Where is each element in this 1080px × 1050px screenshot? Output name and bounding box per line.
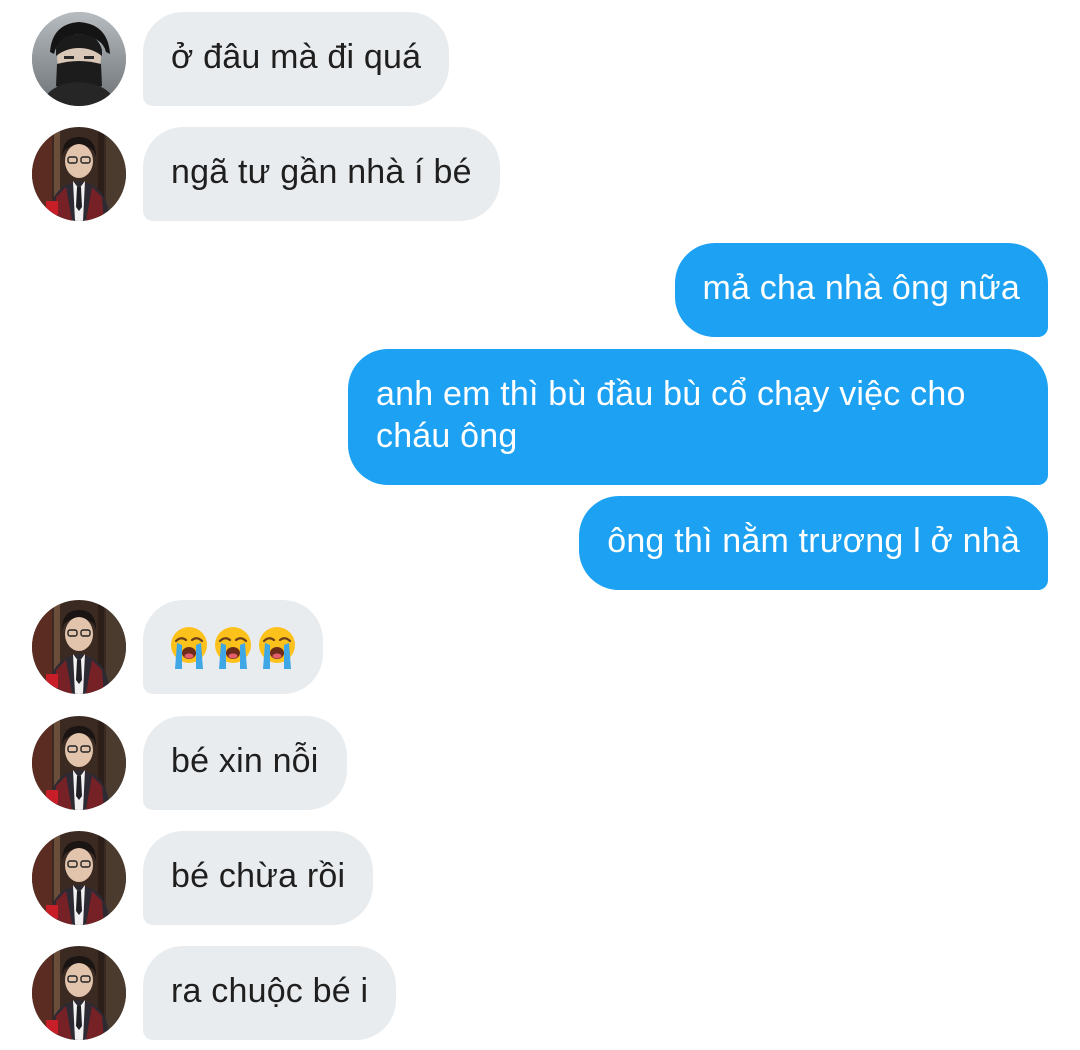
avatar[interactable] bbox=[32, 831, 126, 925]
loudly-crying-face-icon bbox=[169, 625, 209, 669]
message-row: ngã tư gần nhà í bé bbox=[0, 127, 1080, 221]
avatar[interactable] bbox=[32, 946, 126, 1040]
user-avatar-icon bbox=[32, 946, 126, 1040]
loudly-crying-face-icon bbox=[257, 625, 297, 669]
avatar[interactable] bbox=[32, 127, 126, 221]
message-row: ở đâu mà đi quá bbox=[0, 12, 1080, 106]
user-avatar-icon bbox=[32, 127, 126, 221]
outgoing-message-bubble[interactable]: anh em thì bù đầu bù cổ chạy việc cho ch… bbox=[348, 349, 1048, 485]
message-row: ra chuộc bé i bbox=[0, 946, 1080, 1040]
user-avatar-icon bbox=[32, 12, 126, 106]
user-avatar-icon bbox=[32, 716, 126, 810]
message-row: bé chừa rồi bbox=[0, 831, 1080, 925]
user-avatar-icon bbox=[32, 831, 126, 925]
outgoing-message-bubble[interactable]: mả cha nhà ông nữa bbox=[674, 243, 1048, 337]
user-avatar-icon bbox=[32, 600, 126, 694]
incoming-message-bubble[interactable]: ngã tư gần nhà í bé bbox=[143, 127, 500, 221]
incoming-message-bubble[interactable]: ở đâu mà đi quá bbox=[143, 12, 450, 106]
avatar[interactable] bbox=[32, 600, 126, 694]
emoji-row bbox=[169, 624, 297, 670]
incoming-emoji-bubble[interactable] bbox=[143, 600, 323, 694]
avatar[interactable] bbox=[32, 716, 126, 810]
incoming-message-bubble[interactable]: bé xin nỗi bbox=[143, 716, 347, 810]
outgoing-message-bubble[interactable]: ông thì nằm trương l ở nhà bbox=[579, 496, 1048, 590]
loudly-crying-face-icon bbox=[213, 625, 253, 669]
incoming-message-bubble[interactable]: bé chừa rồi bbox=[143, 831, 374, 925]
message-row bbox=[0, 600, 1080, 694]
avatar[interactable] bbox=[32, 12, 126, 106]
message-row: bé xin nỗi bbox=[0, 716, 1080, 810]
incoming-message-bubble[interactable]: ra chuộc bé i bbox=[143, 946, 397, 1040]
